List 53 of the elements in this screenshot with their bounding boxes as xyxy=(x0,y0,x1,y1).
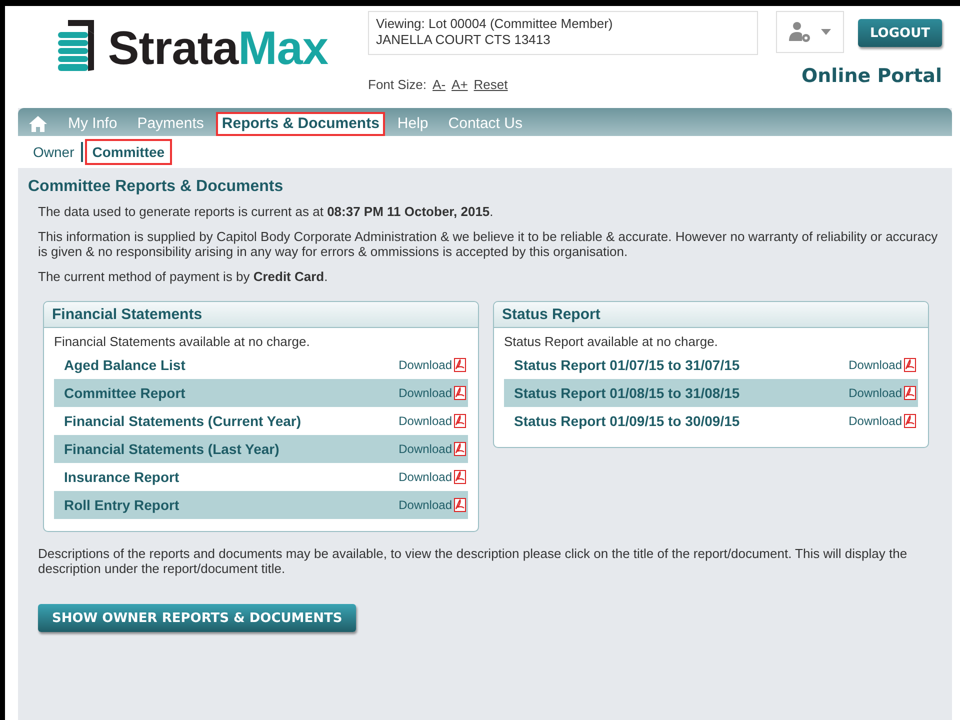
download-link[interactable]: Download xyxy=(848,414,916,428)
pdf-icon xyxy=(454,442,466,456)
pdf-icon xyxy=(454,358,466,372)
pdf-icon xyxy=(454,386,466,400)
pdf-icon xyxy=(904,414,916,428)
user-menu-button[interactable] xyxy=(776,11,844,53)
portal-title: Online Portal xyxy=(802,65,942,87)
pdf-icon xyxy=(454,470,466,484)
show-owner-reports-button[interactable]: SHOW OWNER REPORTS & DOCUMENTS xyxy=(38,604,356,632)
download-link[interactable]: Download xyxy=(398,414,466,428)
report-link[interactable]: Insurance Report xyxy=(64,469,180,485)
download-link[interactable]: Download xyxy=(398,470,466,484)
info-text: This information is supplied by Capitol Body Corporate Administration & we believe it to be reliable & accurate. However no warranty of reliability or accuracy is given & no responsibility arising in any way for errors & ommissions is accepted by this organisation. xyxy=(38,229,939,259)
description-text: Descriptions of the reports and documents may be available, to view the description please click on the title of the report/document. This will display the description under the report/document title. xyxy=(38,546,908,576)
report-link[interactable]: Financial Statements (Last Year) xyxy=(64,441,280,457)
panel-title: Financial Statements xyxy=(44,302,478,328)
info-text: The data used to generate reports is current as at 08:37 PM 11 October, 2015. xyxy=(38,204,494,219)
pdf-icon xyxy=(454,414,466,428)
viewing-text: JANELLA COURT CTS 13413 xyxy=(376,32,552,48)
download-link[interactable]: Download xyxy=(398,386,466,400)
font-size-link[interactable]: Reset xyxy=(474,77,508,92)
report-link[interactable]: Roll Entry Report xyxy=(64,497,180,513)
panel-note: Financial Statements available at no charge. xyxy=(54,334,311,349)
caret-icon xyxy=(821,29,831,35)
download-link[interactable]: Download xyxy=(398,498,466,512)
font-size-label: Font Size: xyxy=(368,77,427,92)
sub-tab[interactable]: Committee xyxy=(85,139,172,165)
report-link[interactable]: Aged Balance List xyxy=(64,357,186,373)
user-settings-icon xyxy=(789,21,811,43)
download-link[interactable]: Download xyxy=(848,358,916,372)
nav-tab[interactable]: Reports & Documents xyxy=(216,112,386,136)
report-link[interactable]: Status Report 01/07/15 to 31/07/15 xyxy=(514,357,740,373)
report-link[interactable]: Status Report 01/08/15 to 31/08/15 xyxy=(514,385,740,401)
download-link[interactable]: Download xyxy=(398,442,466,456)
font-size-link[interactable]: A+ xyxy=(452,77,468,92)
panel-title: Status Report xyxy=(494,302,928,328)
report-link[interactable]: Financial Statements (Current Year) xyxy=(64,413,302,429)
logo-wordmark: StrataMax xyxy=(108,20,328,74)
pdf-icon xyxy=(904,358,916,372)
report-link[interactable]: Committee Report xyxy=(64,385,186,401)
logout-button[interactable]: LOGOUT xyxy=(858,19,942,47)
viewing-text: Viewing: Lot 00004 (Committee Member) xyxy=(376,16,614,32)
font-size-link[interactable]: A- xyxy=(432,77,446,92)
panel-note: Status Report available at no charge. xyxy=(504,334,719,349)
download-link[interactable]: Download xyxy=(848,386,916,400)
sub-tab[interactable]: Owner xyxy=(28,141,80,163)
download-link[interactable]: Download xyxy=(398,358,466,372)
info-text: The current method of payment is by Credit Card. xyxy=(38,269,329,284)
home-icon[interactable] xyxy=(28,115,48,133)
page-heading: Committee Reports & Documents xyxy=(28,178,284,196)
report-link[interactable]: Status Report 01/09/15 to 30/09/15 xyxy=(514,413,740,429)
pdf-icon xyxy=(904,386,916,400)
pdf-icon xyxy=(454,498,466,512)
